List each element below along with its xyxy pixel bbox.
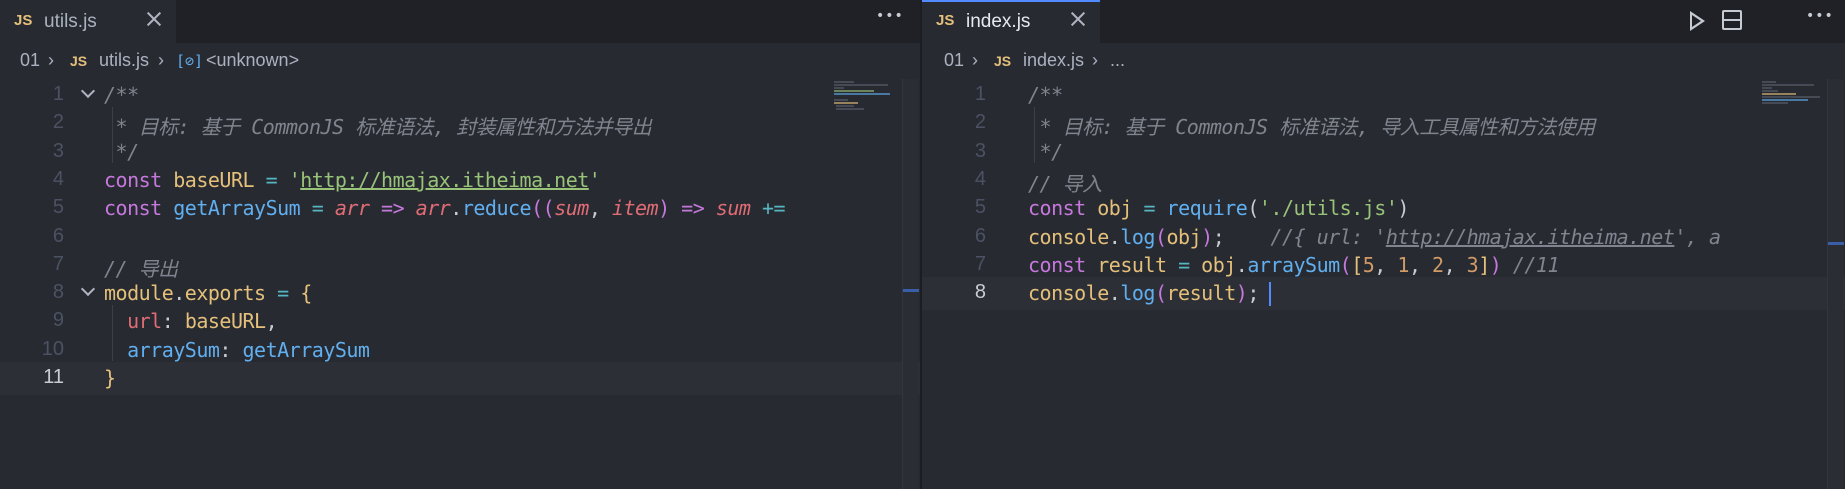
line-number: 2 <box>52 111 64 134</box>
line-number: 2 <box>974 111 986 134</box>
code-line[interactable]: 11} <box>0 362 920 395</box>
line-number: 6 <box>52 224 64 247</box>
minimap-right[interactable] <box>1760 79 1820 119</box>
code-text: const obj = require('./utils.js') <box>1028 196 1409 221</box>
breadcrumb-folder[interactable]: 01 <box>944 50 964 71</box>
code-text: arraySum: getArraySum <box>127 337 370 362</box>
editor-actions-left <box>876 0 904 43</box>
scroll-position-marker <box>903 289 919 292</box>
tab-label: utils.js <box>44 11 97 32</box>
line-number: 8 <box>974 281 986 304</box>
line-number: 3 <box>52 139 64 162</box>
minimap-left[interactable] <box>832 79 892 119</box>
editor-actions-right <box>1806 0 1834 43</box>
code-text: console.log(result); <box>1028 281 1259 306</box>
js-file-icon: JS <box>70 53 88 69</box>
fold-chevron-icon[interactable] <box>80 85 96 101</box>
chevron-right-icon: › <box>48 50 54 70</box>
breadcrumb-folder[interactable]: 01 <box>20 50 40 71</box>
chevron-right-icon: › <box>972 50 978 70</box>
code-text: module.exports = { <box>104 281 312 306</box>
tab-index-js[interactable]: JS index.js <box>922 0 1100 43</box>
fold-chevron-icon[interactable] <box>80 283 96 299</box>
breadcrumb-file[interactable]: index.js <box>1023 50 1084 71</box>
code-text: */ <box>104 139 140 164</box>
line-number: 5 <box>974 196 986 219</box>
code-text: const result = obj.arraySum([5, 1, 2, 3]… <box>1028 252 1560 277</box>
line-number: 3 <box>974 139 986 162</box>
breadcrumb-file[interactable]: utils.js <box>99 50 149 71</box>
line-number: 9 <box>52 309 64 332</box>
indent-guide <box>112 107 113 163</box>
line-number: 1 <box>52 83 64 105</box>
line-number: 1 <box>974 83 986 105</box>
vertical-scrollbar-left[interactable] <box>902 79 919 489</box>
breadcrumb: 01 › JS index.js › ... <box>922 46 1845 76</box>
line-number: 10 <box>41 337 64 360</box>
line-number: 4 <box>52 167 64 190</box>
line-number: 11 <box>43 366 64 388</box>
code-editor-left[interactable]: 1/** 2 * 目标: 基于 CommonJS 标准语法, 封装属性和方法并导出… <box>0 79 920 489</box>
close-icon[interactable] <box>144 9 164 29</box>
line-number: 5 <box>52 196 64 219</box>
more-actions-icon[interactable] <box>876 0 904 43</box>
code-text: console.log(obj); //{ url: 'http://hmaja… <box>1028 224 1721 249</box>
code-text: const baseURL = 'http://hmajax.itheima.n… <box>104 167 601 192</box>
split-editor-icon[interactable] <box>1722 10 1742 30</box>
editor-group-left: JS utils.js 01 › JS utils.js › [⊘] <unkn… <box>0 0 920 489</box>
js-file-icon: JS <box>994 53 1012 69</box>
breadcrumb-symbol[interactable]: ... <box>1110 50 1125 71</box>
text-cursor <box>1269 282 1271 307</box>
line-number: 7 <box>974 252 986 275</box>
more-actions-icon[interactable] <box>1806 0 1834 43</box>
scroll-position-marker <box>1828 242 1844 245</box>
editor-group-right: JS index.js 01 › JS index.js › ... 1 /** 2… <box>922 0 1845 489</box>
vertical-scrollbar-right[interactable] <box>1827 79 1844 489</box>
tab-bar-right: JS index.js <box>922 0 1845 43</box>
close-icon[interactable] <box>1068 9 1088 29</box>
js-file-icon: JS <box>14 12 33 29</box>
line-number: 6 <box>974 224 986 247</box>
indent-guide <box>112 305 113 361</box>
js-file-icon: JS <box>936 12 955 29</box>
line-number: 8 <box>52 281 64 304</box>
code-text: /** <box>104 83 139 107</box>
tab-label: index.js <box>966 11 1031 32</box>
chevron-right-icon: › <box>1092 50 1098 70</box>
code-text: } <box>104 366 116 390</box>
code-text: /** <box>1028 83 1063 107</box>
line-number: 7 <box>52 252 64 275</box>
run-icon[interactable] <box>1688 11 1706 31</box>
breadcrumb-symbol[interactable]: <unknown> <box>206 50 299 71</box>
tab-bar-left: JS utils.js <box>0 0 920 43</box>
breadcrumb: 01 › JS utils.js › [⊘] <unknown> <box>0 46 920 76</box>
line-number: 4 <box>974 167 986 190</box>
code-editor-right[interactable]: 1/** 2 * 目标: 基于 CommonJS 标准语法, 导入工具属性和方法使… <box>922 79 1845 489</box>
code-line[interactable]: 8 console.log(result); <box>922 277 1845 311</box>
code-text: const getArraySum = arr => arr.reduce((s… <box>104 196 786 221</box>
symbol-icon: [⊘] <box>176 52 204 70</box>
tab-utils-js[interactable]: JS utils.js <box>0 0 176 43</box>
code-text: url: baseURL, <box>127 309 278 334</box>
indent-guide <box>1034 107 1035 163</box>
chevron-right-icon: › <box>158 50 164 70</box>
